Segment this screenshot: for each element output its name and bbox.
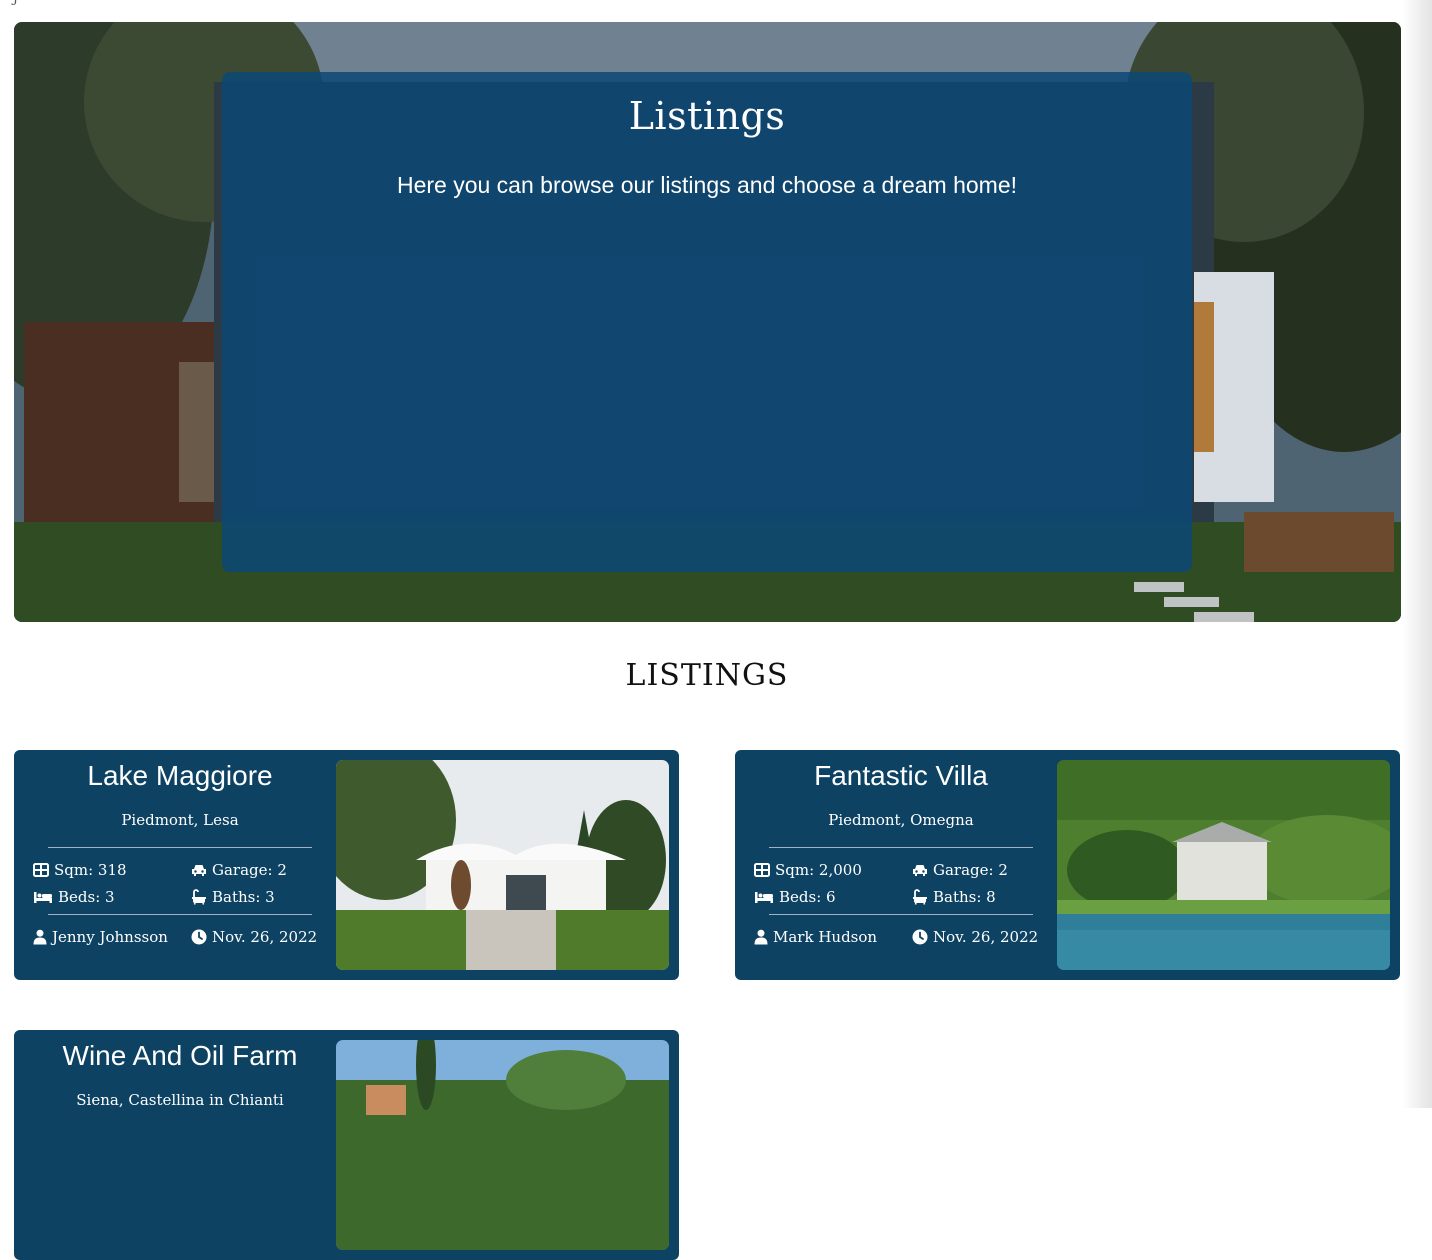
divider xyxy=(48,914,312,915)
divider xyxy=(48,847,312,848)
listing-garage: Garage: 2 xyxy=(912,861,1008,879)
divider xyxy=(769,914,1033,915)
user-icon xyxy=(754,929,768,945)
listing-title[interactable]: Lake Maggiore xyxy=(14,760,346,792)
listing-photo[interactable] xyxy=(1057,760,1390,970)
hero-title: Listings xyxy=(628,94,786,138)
listing-title[interactable]: Wine And Oil Farm xyxy=(14,1040,346,1072)
listing-date: Nov. 26, 2022 xyxy=(191,928,317,946)
hero-overlay-panel: Listings Here you can browse our listing… xyxy=(222,72,1192,572)
listings-heading: LISTINGS xyxy=(625,658,789,693)
hero-subtitle: Here you can browse our listings and cho… xyxy=(396,172,1018,198)
listing-realtor: Mark Hudson xyxy=(754,928,877,946)
sqm-value: Sqm: 318 xyxy=(54,861,127,879)
listing-location: Siena, Castellina in Chianti xyxy=(76,1091,284,1109)
user-icon xyxy=(33,929,47,945)
bath-icon xyxy=(192,889,206,905)
window-edge-shadow xyxy=(1402,0,1432,1108)
bed-icon xyxy=(34,892,52,903)
sqm-value: Sqm: 2,000 xyxy=(775,861,862,879)
top-page-glyph: ʃ xyxy=(14,0,18,6)
grid-icon xyxy=(33,863,49,877)
listing-card[interactable]: Fantastic Villa Piedmont, Omegna Sqm: 2,… xyxy=(735,750,1400,980)
hero-banner: Listings Here you can browse our listing… xyxy=(14,22,1401,622)
listing-photo-illustration xyxy=(336,760,669,970)
grid-icon xyxy=(754,863,770,877)
listing-photo[interactable] xyxy=(336,1040,669,1250)
listing-date-value: Nov. 26, 2022 xyxy=(212,928,318,946)
car-icon xyxy=(192,865,206,876)
clock-icon xyxy=(912,929,928,945)
listing-garage: Garage: 2 xyxy=(191,861,287,879)
listing-sqm: Sqm: 2,000 xyxy=(754,861,862,879)
clock-icon xyxy=(191,929,207,945)
listing-location: Piedmont, Lesa xyxy=(121,811,239,829)
realtor-name: Jenny Johnsson xyxy=(52,928,168,946)
baths-value: Baths: 3 xyxy=(212,888,275,906)
listing-photo[interactable] xyxy=(336,760,669,970)
listing-location: Piedmont, Omegna xyxy=(828,811,974,829)
listing-realtor: Jenny Johnsson xyxy=(33,928,168,946)
listing-date-value: Nov. 26, 2022 xyxy=(933,928,1039,946)
bath-icon xyxy=(913,889,927,905)
listing-title[interactable]: Fantastic Villa xyxy=(735,760,1067,792)
listing-beds: Beds: 6 xyxy=(754,888,836,906)
garage-value: Garage: 2 xyxy=(933,861,1008,879)
baths-value: Baths: 8 xyxy=(933,888,996,906)
listing-card[interactable]: Lake Maggiore Piedmont, Lesa Sqm: 318 Ga… xyxy=(14,750,679,980)
listing-baths: Baths: 3 xyxy=(191,888,275,906)
bed-icon xyxy=(755,892,773,903)
listing-photo-illustration xyxy=(1057,760,1390,970)
listing-date: Nov. 26, 2022 xyxy=(912,928,1038,946)
listing-card[interactable]: Wine And Oil Farm Siena, Castellina in C… xyxy=(14,1030,679,1260)
beds-value: Beds: 6 xyxy=(779,888,836,906)
listing-photo-illustration xyxy=(336,1040,669,1250)
beds-value: Beds: 3 xyxy=(58,888,115,906)
listing-beds: Beds: 3 xyxy=(33,888,115,906)
divider xyxy=(769,847,1033,848)
realtor-name: Mark Hudson xyxy=(773,928,878,946)
listing-baths: Baths: 8 xyxy=(912,888,996,906)
listing-sqm: Sqm: 318 xyxy=(33,861,127,879)
garage-value: Garage: 2 xyxy=(212,861,287,879)
car-icon xyxy=(913,865,927,876)
